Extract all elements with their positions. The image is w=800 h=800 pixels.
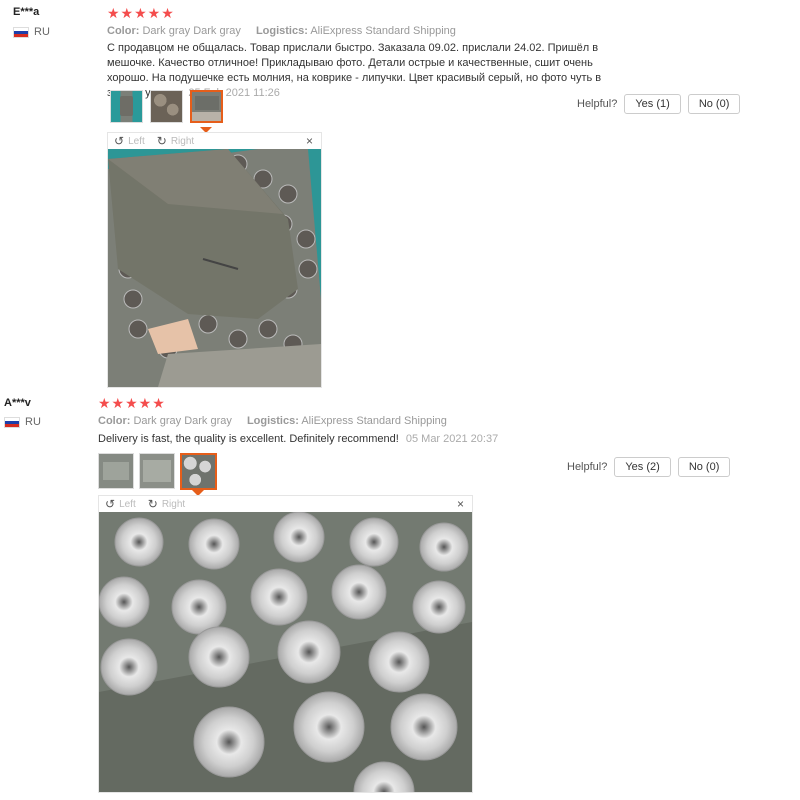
color-value: Dark gray Dark gray: [133, 415, 232, 427]
review-meta: Color: Dark gray Dark gray Logistics: Al…: [107, 25, 468, 37]
viewer-toolbar: ↺ Left ↻ Right ×: [99, 496, 472, 512]
photo-thumbnail-selected[interactable]: [190, 90, 223, 123]
helpful-label: Helpful?: [567, 461, 608, 473]
review-photo: [108, 149, 321, 387]
rotate-right-icon[interactable]: ↻: [148, 497, 158, 511]
review-text: Delivery is fast, the quality is excelle…: [98, 432, 618, 447]
vote-no-button[interactable]: No (0): [687, 94, 741, 114]
reviewer-country: RU: [13, 26, 50, 38]
logistics-value: AliExpress Standard Shipping: [301, 415, 447, 427]
photo-thumbnail[interactable]: [139, 453, 175, 489]
rotate-right-icon[interactable]: ↻: [157, 134, 167, 148]
photo-thumbnail-selected[interactable]: [180, 453, 217, 490]
close-icon[interactable]: ×: [306, 134, 313, 148]
rotate-right-label[interactable]: Right: [162, 499, 185, 510]
review-meta: Color: Dark gray Dark gray Logistics: Al…: [98, 415, 459, 427]
review-body: Delivery is fast, the quality is excelle…: [98, 433, 399, 445]
close-icon[interactable]: ×: [457, 497, 464, 511]
rating-stars: ★★★★★: [98, 395, 166, 411]
logistics-label: Logistics:: [246, 415, 299, 427]
reviewer-name: E***a: [13, 6, 40, 18]
vote-yes-button[interactable]: Yes (2): [614, 457, 671, 477]
photo-viewer: ↺ Left ↻ Right ×: [98, 495, 473, 793]
reviewer-name: A***v: [4, 397, 31, 409]
photo-mat-pillow: [108, 149, 321, 387]
color-label: Color:: [107, 25, 140, 37]
helpful-vote: Helpful? Yes (1) No (0): [577, 94, 741, 114]
russia-flag-icon: [4, 416, 20, 428]
rotate-left-icon[interactable]: ↺: [105, 497, 115, 511]
rotate-left-icon[interactable]: ↺: [114, 134, 124, 148]
russia-flag-icon: [13, 26, 29, 38]
photo-thumbnail[interactable]: [110, 90, 143, 123]
helpful-vote: Helpful? Yes (2) No (0): [567, 457, 731, 477]
rotate-left-label[interactable]: Left: [119, 499, 136, 510]
color-value: Dark gray Dark gray: [142, 25, 241, 37]
viewer-toolbar: ↺ Left ↻ Right ×: [108, 133, 321, 149]
reviewer-country: RU: [4, 416, 41, 428]
helpful-label: Helpful?: [577, 98, 618, 110]
country-code: RU: [34, 26, 50, 38]
photo-spike-closeup: [99, 512, 472, 792]
logistics-value: AliExpress Standard Shipping: [310, 25, 456, 37]
photo-thumbnail[interactable]: [98, 453, 134, 489]
photo-thumbnails: [98, 453, 217, 490]
review-photo: [99, 512, 472, 792]
review-date: 05 Mar 2021 20:37: [405, 433, 499, 445]
vote-no-button[interactable]: No (0): [677, 457, 731, 477]
photo-viewer: ↺ Left ↻ Right ×: [107, 132, 322, 388]
photo-thumbnails: [110, 90, 223, 123]
rating-stars: ★★★★★: [107, 5, 175, 21]
rotate-left-label[interactable]: Left: [128, 136, 145, 147]
vote-yes-button[interactable]: Yes (1): [624, 94, 681, 114]
rotate-right-label[interactable]: Right: [171, 136, 194, 147]
country-code: RU: [25, 416, 41, 428]
photo-thumbnail[interactable]: [150, 90, 183, 123]
color-label: Color:: [98, 415, 131, 427]
logistics-label: Logistics:: [255, 25, 308, 37]
